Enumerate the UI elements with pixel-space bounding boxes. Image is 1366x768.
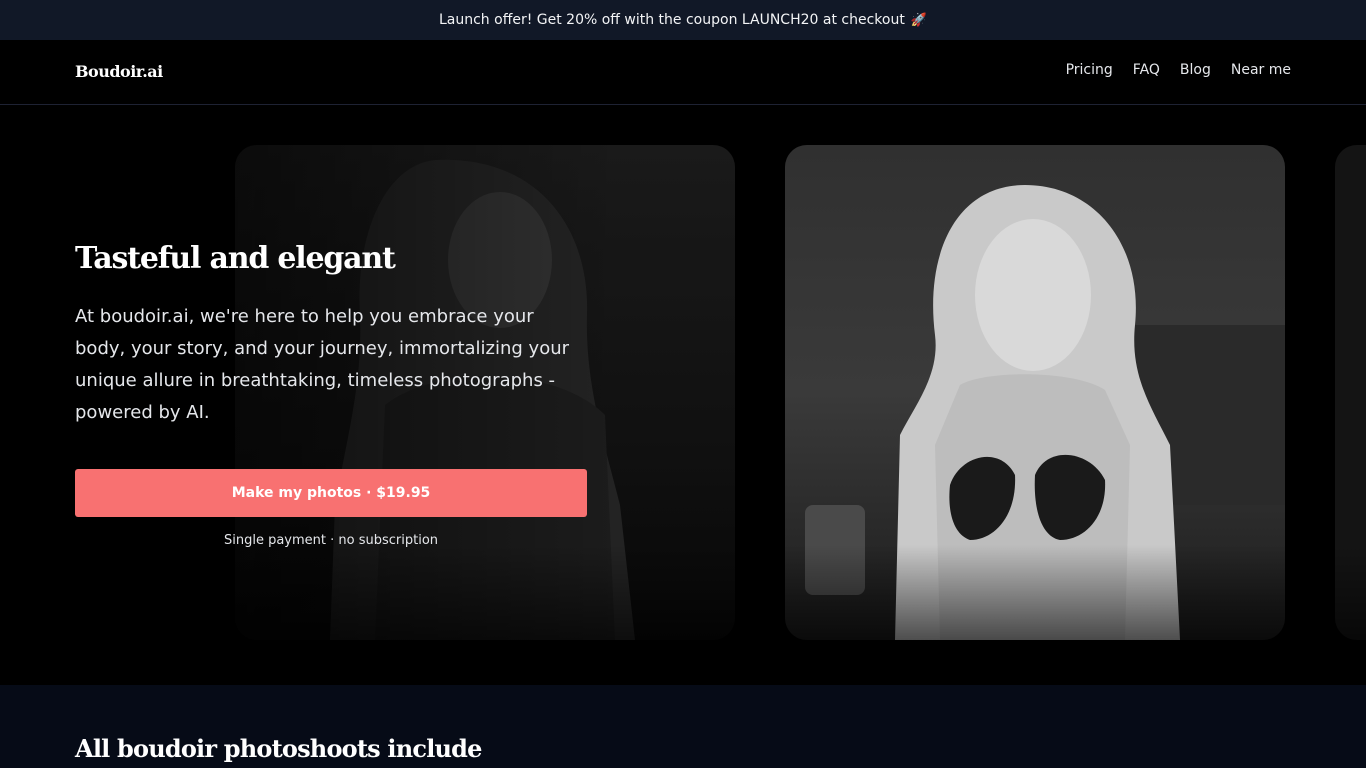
rocket-icon: 🚀	[910, 12, 927, 28]
features-title: All boudoir photoshoots include	[75, 734, 482, 763]
nav-link-pricing[interactable]: Pricing	[1066, 62, 1113, 78]
nav-links: Pricing FAQ Blog Near me	[1066, 62, 1291, 78]
make-photos-button[interactable]: Make my photos · $19.95	[75, 469, 587, 517]
hero-description: At boudoir.ai, we're here to help you em…	[75, 306, 570, 423]
features-section: All boudoir photoshoots include	[0, 685, 1366, 768]
promo-text: Launch offer! Get 20% off with the coupo…	[438, 12, 905, 28]
payment-note: Single payment · no subscription	[223, 533, 439, 548]
promo-banner: Launch offer! Get 20% off with the coupo…	[0, 0, 1366, 40]
nav-link-blog[interactable]: Blog	[1180, 62, 1211, 78]
nav-link-faq[interactable]: FAQ	[1133, 62, 1160, 78]
top-navigation: Boudoir.ai Pricing FAQ Blog Near me	[0, 40, 1366, 105]
site-logo[interactable]: Boudoir.ai	[75, 62, 163, 81]
nav-link-near-me[interactable]: Near me	[1231, 62, 1291, 78]
hero-section: Tasteful and elegant At boudoir.ai, we'r…	[0, 105, 1366, 685]
hero-title: Tasteful and elegant	[75, 241, 396, 276]
